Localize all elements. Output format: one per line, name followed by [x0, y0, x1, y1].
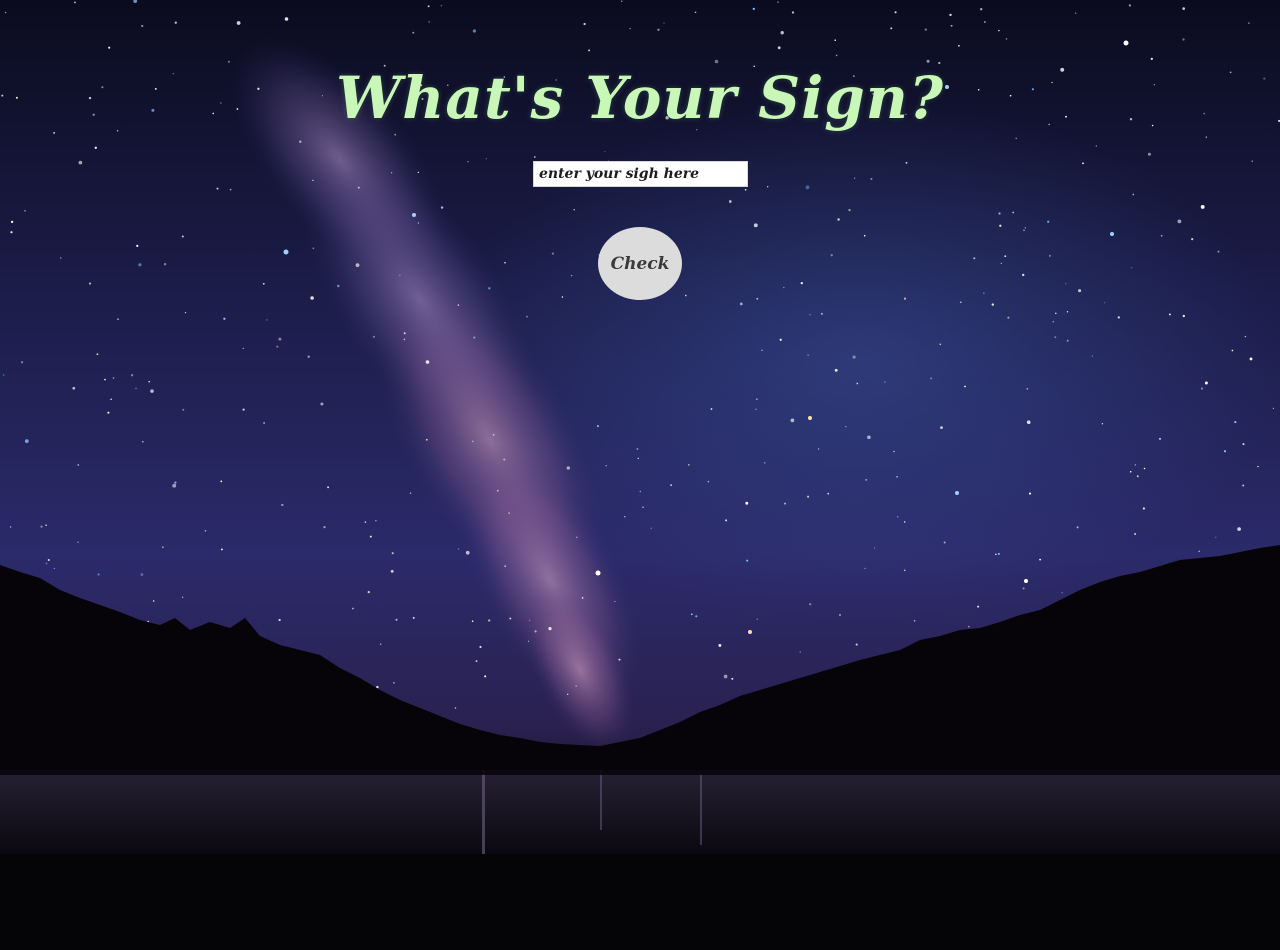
page-title: What's Your Sign? [336, 64, 944, 132]
sign-input[interactable] [533, 161, 748, 187]
page: What's Your Sign? Check [0, 0, 1280, 950]
check-button[interactable]: Check [598, 227, 682, 300]
